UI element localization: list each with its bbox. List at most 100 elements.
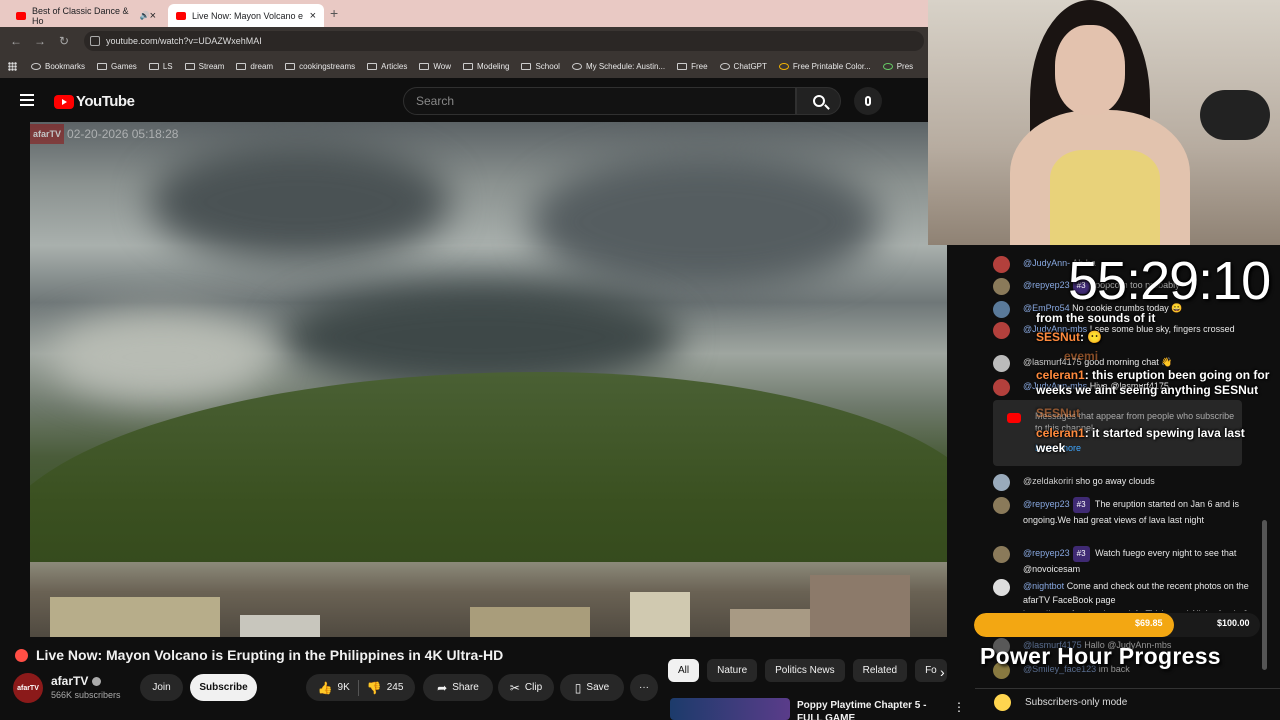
subscribe-button[interactable]: Subscribe [190,674,257,701]
overlay-chat-line: evemi [1036,349,1271,364]
chat-author[interactable]: @nightbot [1023,581,1064,591]
overlay-text: from the sounds of it [1036,311,1156,325]
site-info-icon[interactable] [90,36,100,46]
bookmark-label: dream [250,62,274,71]
more-vertical-icon[interactable]: ⋮ [953,700,965,714]
overlay-chat-line: SESNut: 😶 [1036,330,1103,344]
member-badge: #3 [1072,497,1090,513]
video-title-text: Live Now: Mayon Volcano is Erupting in t… [36,647,504,663]
search-button[interactable] [796,87,841,115]
dislike-count: 245 [386,682,404,693]
bookmark-label: Pres [896,62,914,71]
subscriber-count: 566K subscribers [51,690,121,700]
screen: { "browser":{ "tabs":[{"label":"Best of … [0,0,1280,720]
chat-scrollbar[interactable] [1262,520,1267,670]
bookmark-label: Stream [198,62,225,71]
chat-author[interactable]: @repyep23 [1023,280,1070,290]
hamburger-menu-icon[interactable] [20,94,34,106]
close-tab-icon[interactable]: × [310,10,316,22]
bookmark-item[interactable]: Bookmarks [31,62,85,71]
chat-author[interactable]: @repyep23 [1023,548,1070,558]
bookmark-item[interactable]: ChatGPT [719,62,767,71]
like-dislike-group[interactable]: 👍 9K 👎 245 [306,674,415,701]
building [630,592,690,637]
back-icon[interactable]: ← [4,34,28,48]
globe-icon [571,63,582,70]
bookmark-item[interactable]: School [521,62,560,71]
apps-icon[interactable] [8,62,17,71]
youtube-icon [1007,413,1021,423]
bookmark-item[interactable]: Articles [367,62,407,71]
new-tab-icon[interactable]: + [330,5,338,21]
streamer-top [1050,150,1160,245]
browser-tab[interactable]: Best of Classic Dance & Ho 🔊 × [8,4,164,27]
chip-politics-news[interactable]: Politics News [765,659,845,682]
avatar [993,579,1010,596]
voice-search-button[interactable] [854,87,882,115]
divider [357,679,359,696]
bookmark-label: LS [162,62,173,71]
avatar [993,322,1010,339]
more-actions-button[interactable]: ··· [630,674,658,701]
search-placeholder: Search [416,94,455,108]
bookmark-item[interactable]: Games [97,62,137,71]
chevron-right-icon[interactable]: › [940,664,945,680]
bookmark-item[interactable]: My Schedule: Austin... [571,62,665,71]
subscribe-label: Subscribe [199,682,248,693]
chat-author[interactable]: @repyep23 [1023,499,1070,509]
channel-avatar[interactable]: afarTV [13,673,43,703]
recommendation-title[interactable]: Poppy Playtime Chapter 5 - FULL GAME [797,699,932,720]
bookmark-item[interactable]: Wow [419,62,451,71]
forward-icon[interactable]: → [28,34,52,48]
save-label: Save [586,682,610,693]
building [240,615,320,637]
youtube-logo[interactable]: YouTube [54,93,135,110]
chip-nature[interactable]: Nature [707,659,758,682]
folder-icon [463,63,473,70]
bookmark-item[interactable]: Stream [184,62,225,71]
bookmark-item[interactable]: Modeling [463,62,509,71]
youtube-favicon-icon [176,11,186,20]
chip-all[interactable]: All [668,659,700,682]
subscribers-only-bar: Subscribers-only mode [975,688,1280,716]
join-label: Join [152,682,171,693]
bookmark-item[interactable]: Pres [882,62,914,71]
overlay-chat-line: celeran1: this eruption been going on fo… [1036,368,1270,397]
bookmark-item[interactable]: cookingstreams [285,62,355,71]
avatar [993,497,1010,514]
like-icon[interactable]: 👍 [318,681,333,695]
bookmark-item[interactable]: LS [148,62,173,71]
url-field[interactable]: youtube.com/watch?v=UDAZWxehMAI [84,31,924,51]
bookmark-item[interactable]: Free Printable Color... [778,62,871,71]
avatar [993,546,1010,563]
save-button[interactable]: ▯ Save [560,674,624,701]
bookmark-label: School [535,62,560,71]
chat-author[interactable]: @JudyAnn- [1023,258,1070,268]
bookmark-item[interactable]: dream [236,62,273,71]
share-button[interactable]: ➦ Share [423,674,493,701]
microphone-icon [865,96,871,106]
bookmark-item[interactable]: Free [677,62,708,71]
search-input[interactable]: Search [403,87,796,115]
video-player[interactable] [30,122,947,637]
dislike-icon[interactable]: 👎 [367,681,382,695]
audio-icon[interactable]: 🔊 [140,11,150,20]
join-button[interactable]: Join [140,674,183,701]
subscribers-only-text: Subscribers-only mode [1025,697,1128,708]
chip-related[interactable]: Related [852,659,908,682]
video-timestamp: 02-20-2026 05:18:28 [67,127,179,141]
chat-author[interactable]: @zeldakoriri [1023,476,1073,486]
browser-tab-active[interactable]: Live Now: Mayon Volcano e × [168,4,324,27]
bookmarks-bar: Bookmarks Games LS Stream dream cookings… [0,55,928,78]
overlay-text: 😶 [1087,330,1103,344]
coloring-site-icon [778,63,789,70]
user-avatar-icon [994,694,1011,711]
channel-name[interactable]: afarTV [51,674,102,688]
browser-tab-bar: Best of Classic Dance & Ho 🔊 × Live Now:… [0,0,928,27]
clip-button[interactable]: ✂ Clip [498,674,554,701]
overlay-chat-line: celeran1: it started spewing lava last w… [1036,426,1245,455]
recommendation-thumbnail[interactable] [670,698,790,720]
close-tab-icon[interactable]: × [150,10,156,22]
reload-icon[interactable]: ↻ [52,34,76,48]
channel-watermark: afarTV [30,124,65,144]
